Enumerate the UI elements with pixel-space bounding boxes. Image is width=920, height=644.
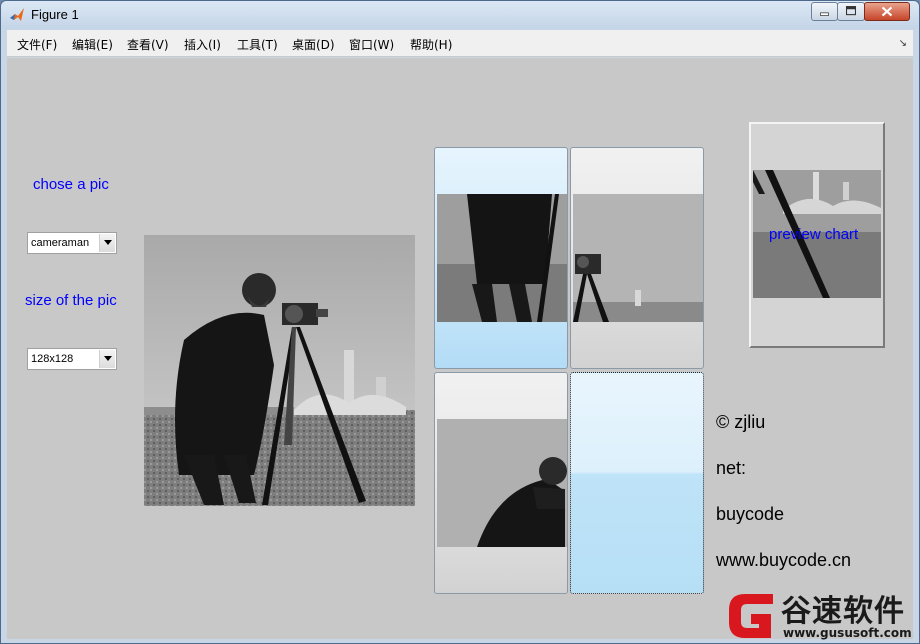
- author-text: © zjliu: [716, 412, 766, 432]
- preview-chart-label: preview chart: [769, 226, 859, 243]
- puzzle-tile-2[interactable]: [570, 147, 704, 369]
- gususoft-watermark: 谷速软件 www.gususoft.com: [723, 584, 920, 644]
- size-pic-label: size of the pic: [25, 292, 117, 309]
- menu-help[interactable]: 帮助(H): [410, 36, 452, 53]
- puzzle-tile-1[interactable]: [434, 147, 568, 369]
- preview-chart: preview chart: [749, 122, 885, 348]
- window-title: Figure 1: [31, 7, 79, 22]
- matlab-icon: [10, 8, 24, 21]
- figure-canvas: chose a pic cameraman size of the pic 12…: [7, 58, 913, 639]
- site-name: buycode: [716, 504, 785, 524]
- pic-select-value: cameraman: [31, 237, 90, 249]
- menu-tools[interactable]: 工具(T): [237, 36, 278, 53]
- menu-edit[interactable]: 编辑(E): [72, 36, 113, 53]
- size-select[interactable]: 128x128: [27, 348, 117, 370]
- pic-select[interactable]: cameraman: [27, 232, 117, 254]
- minimize-button[interactable]: [811, 2, 838, 21]
- net-label: net:: [716, 458, 747, 478]
- menu-bar: 文件(F) 编辑(E) 查看(V) 插入(I) 工具(T) 桌面(D) 窗口(W…: [7, 30, 913, 57]
- maximize-button[interactable]: [837, 2, 865, 21]
- close-button[interactable]: [864, 2, 910, 21]
- source-image: [144, 235, 415, 506]
- menu-view[interactable]: 查看(V): [127, 36, 169, 53]
- title-bar: Figure 1: [1, 1, 919, 29]
- gususoft-logo-icon: [729, 594, 773, 638]
- puzzle-tile-empty[interactable]: [570, 372, 704, 594]
- chevron-down-icon[interactable]: [99, 350, 115, 368]
- watermark-text: 谷速软件: [781, 594, 905, 629]
- menu-desktop[interactable]: 桌面(D): [292, 36, 335, 53]
- chevron-down-icon[interactable]: [99, 234, 115, 252]
- chose-pic-label: chose a pic: [33, 176, 109, 193]
- dock-arrow-icon[interactable]: ↘: [899, 38, 907, 49]
- site-url: www.buycode.cn: [716, 550, 852, 570]
- figure-window: Figure 1 文件(F) 编辑(E) 查看(V) 插入(I) 工具(T) 桌…: [0, 0, 920, 644]
- menu-insert[interactable]: 插入(I): [184, 36, 221, 53]
- menu-file[interactable]: 文件(F): [17, 36, 57, 53]
- menu-window[interactable]: 窗口(W): [349, 36, 394, 53]
- puzzle-tile-3[interactable]: [434, 372, 568, 594]
- watermark-url: www.gususoft.com: [783, 626, 912, 640]
- size-select-value: 128x128: [31, 353, 74, 365]
